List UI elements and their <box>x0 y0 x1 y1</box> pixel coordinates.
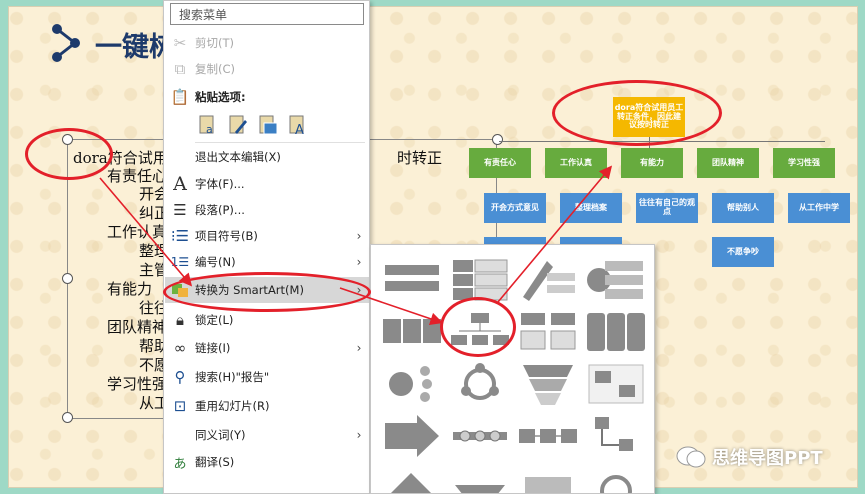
org-level2-node[interactable]: 帮助别人 <box>712 193 774 223</box>
smartart-layout-thumb[interactable] <box>381 309 443 355</box>
smartart-layout-thumb[interactable] <box>449 361 511 407</box>
submenu-arrow-icon: › <box>356 255 362 269</box>
svg-text:a: a <box>206 123 213 136</box>
lock-icon: 🔒︎ <box>176 311 184 329</box>
smartart-layout-thumb[interactable] <box>585 465 647 494</box>
menu-item-synonyms[interactable]: 同义词(Y) › <box>165 422 369 448</box>
resize-handle[interactable] <box>62 273 73 284</box>
menu-item-paragraph[interactable]: ☰ 段落(P)... <box>165 197 369 223</box>
resize-handle[interactable] <box>492 134 503 145</box>
org-level1-node[interactable]: 学习性强 <box>773 148 835 178</box>
smartart-layout-thumb[interactable] <box>381 257 443 303</box>
menu-item-translate[interactable]: あ 翻译(S) <box>165 449 369 475</box>
smartart-layout-thumb[interactable] <box>517 309 579 355</box>
menu-item-reuse-slides[interactable]: ⊡ 重用幻灯片(R) <box>165 393 369 419</box>
org-level1-node[interactable]: 团队精神 <box>697 148 759 178</box>
menu-item-font[interactable]: A 字体(F)... <box>165 171 369 197</box>
org-level2-node[interactable]: 往往有自己的观点 <box>636 193 698 223</box>
annotation-ellipse <box>163 272 371 312</box>
paste-destination-theme-icon[interactable] <box>226 113 250 137</box>
resize-handle[interactable] <box>62 412 73 423</box>
annotation-ellipse <box>440 297 516 357</box>
scissors-icon: ✂ <box>173 34 187 52</box>
org-level2-node[interactable]: 开会方式意见 <box>484 193 546 223</box>
annotation-ellipse <box>25 128 113 180</box>
paste-picture-icon[interactable] <box>256 113 280 137</box>
smartart-layout-thumb[interactable] <box>585 413 647 459</box>
submenu-arrow-icon: › <box>356 428 362 442</box>
org-level2-node[interactable]: 从工作中学 <box>788 193 850 223</box>
copy-icon: ⧉ <box>174 60 186 78</box>
smartart-layout-thumb[interactable] <box>449 413 511 459</box>
org-level1-node[interactable]: 有责任心 <box>469 148 531 178</box>
org-level2-node[interactable]: 不愿争吵 <box>712 237 774 267</box>
translate-icon: あ <box>173 456 187 472</box>
svg-text:A: A <box>295 123 304 136</box>
submenu-arrow-icon: › <box>356 229 362 243</box>
numbering-icon: 1☰ <box>170 255 190 269</box>
menu-item-copy[interactable]: ⧉ 复制(C) <box>165 56 369 82</box>
smartart-layout-thumb[interactable] <box>585 361 647 407</box>
menu-item-search[interactable]: ⚲ 搜索(H)"报告" <box>165 364 369 390</box>
outline-line: 时转正 <box>397 149 443 167</box>
org-level1-node[interactable]: 有能力 <box>621 148 683 178</box>
paragraph-icon: ☰ <box>173 201 187 219</box>
annotation-ellipse <box>552 80 722 146</box>
smartart-layout-thumb[interactable] <box>381 413 443 459</box>
outline-line: 工作认真 <box>107 223 168 241</box>
smartart-layout-thumb[interactable] <box>517 413 579 459</box>
watermark: 思维导图PPT <box>676 444 823 470</box>
watermark-text: 思维导图PPT <box>712 448 823 469</box>
smartart-layout-thumb[interactable] <box>449 465 511 494</box>
smartart-layout-thumb[interactable] <box>381 465 443 494</box>
outline-line: 团队精神 <box>107 318 168 336</box>
menu-item-paste-options: 📋 粘贴选项: <box>165 84 369 110</box>
smartart-gallery <box>370 244 655 494</box>
paste-options-row: a A <box>196 113 310 137</box>
smartart-layout-thumb[interactable] <box>585 257 647 303</box>
menu-item-exit-text-edit[interactable]: 退出文本编辑(X) <box>165 144 369 170</box>
smartart-layout-thumb[interactable] <box>585 309 647 355</box>
outline-line: 学习性强 <box>107 375 168 393</box>
smartart-layout-thumb[interactable] <box>517 465 579 494</box>
share-nodes-icon <box>52 24 80 62</box>
context-menu: 搜索菜单 ✂ 剪切(T) ⧉ 复制(C) 📋 粘贴选项: a A 退出文本编辑(… <box>163 0 370 494</box>
smartart-layout-thumb[interactable] <box>517 361 579 407</box>
menu-search-input[interactable]: 搜索菜单 <box>170 3 364 25</box>
menu-separator <box>195 142 365 143</box>
paste-keep-source-icon[interactable]: a <box>196 113 220 137</box>
menu-item-bullets[interactable]: ⁝☰ 项目符号(B) › <box>165 223 369 249</box>
reuse-slides-icon: ⊡ <box>173 397 187 415</box>
chat-bubble-icon <box>676 446 706 468</box>
org-level1-node[interactable]: 工作认真 <box>545 148 607 178</box>
submenu-arrow-icon: › <box>356 341 362 355</box>
clipboard-icon: 📋 <box>170 88 190 106</box>
menu-item-cut[interactable]: ✂ 剪切(T) <box>165 30 369 56</box>
org-level2-node[interactable]: 整理档案 <box>560 193 622 223</box>
menu-item-link[interactable]: ∞ 链接(I) › <box>165 335 369 361</box>
bullets-icon: ⁝☰ <box>170 227 190 245</box>
smartart-layout-thumb[interactable] <box>517 257 579 303</box>
link-icon: ∞ <box>173 339 187 357</box>
paste-text-only-icon[interactable]: A <box>286 113 310 137</box>
outline-line: 有能力 <box>107 280 153 298</box>
smartart-layout-thumb[interactable] <box>381 361 443 407</box>
search-icon: ⚲ <box>174 368 186 386</box>
font-icon: A <box>173 173 187 195</box>
